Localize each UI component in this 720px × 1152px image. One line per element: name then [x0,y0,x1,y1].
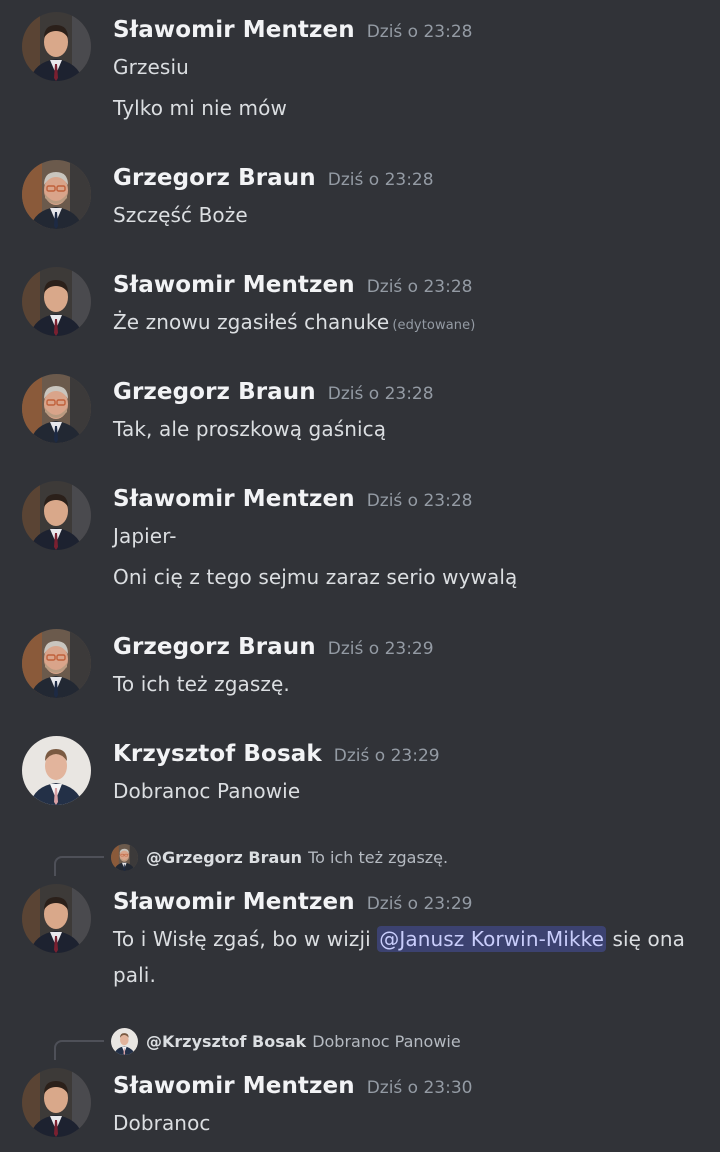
reply-connector [54,1040,104,1060]
message-text: Japier- [113,524,177,548]
author-name[interactable]: Sławomir Mentzen [113,486,355,512]
timestamp: Dziś o 23:28 [366,22,473,42]
message-header: Sławomir Mentzen Dziś o 23:29 [113,889,472,915]
message: Grzegorz Braun Dziś o 23:28 Szczęść Boże [0,148,720,248]
avatar[interactable] [22,12,91,81]
reply-text: To ich też zgaszę. [308,848,449,867]
avatar[interactable] [22,884,91,953]
message-text: Tylko mi nie mów [113,96,287,120]
author-name[interactable]: Sławomir Mentzen [113,272,355,298]
author-name[interactable]: Sławomir Mentzen [113,889,355,915]
message: Krzysztof Bosak Dziś o 23:29 Dobranoc Pan… [0,724,720,824]
reply-author[interactable]: @Krzysztof Bosak [146,1032,306,1051]
message-header: Grzegorz Braun Dziś o 23:28 [113,379,434,405]
timestamp: Dziś o 23:28 [327,384,434,404]
user-mention[interactable]: @Janusz Korwin-Mikke [377,926,606,952]
message: Grzegorz Braun Dziś o 23:28 Tak, ale pros… [0,362,720,462]
author-name[interactable]: Grzegorz Braun [113,634,316,660]
message-text: Grzesiu [113,55,189,79]
message: Sławomir Mentzen Dziś o 23:28 Japier- Oni… [0,469,720,609]
message-text: To i Wisłę zgaś, bo w wizji @Janusz Korw… [113,926,685,952]
timestamp: Dziś o 23:29 [366,894,473,914]
avatar[interactable] [22,736,91,805]
timestamp: Dziś o 23:28 [327,170,434,190]
avatar[interactable] [22,481,91,550]
message-header: Grzegorz Braun Dziś o 23:29 [113,634,434,660]
message-header: Grzegorz Braun Dziś o 23:28 [113,165,434,191]
message: Sławomir Mentzen Dziś o 23:28 Grzesiu Tyl… [0,0,720,140]
reply-text: Dobranoc Panowie [312,1032,461,1051]
message: @Grzegorz Braun To ich też zgaszę. Sławom… [0,840,720,1000]
message-header: Sławomir Mentzen Dziś o 23:28 [113,272,472,298]
message-text: Dobranoc Panowie [113,779,301,803]
author-name[interactable]: Krzysztof Bosak [113,741,322,767]
avatar[interactable] [22,160,91,229]
reply-preview[interactable]: @Krzysztof Bosak Dobranoc Panowie [146,1032,461,1051]
edited-label: (edytowane) [392,318,476,333]
message-text-after: się ona [606,927,685,951]
timestamp: Dziś o 23:29 [333,746,440,766]
message-header: Sławomir Mentzen Dziś o 23:30 [113,1073,472,1099]
reply-avatar[interactable] [111,844,138,871]
author-name[interactable]: Grzegorz Braun [113,165,316,191]
message: Sławomir Mentzen Dziś o 23:28 Że znowu zg… [0,255,720,355]
avatar[interactable] [22,374,91,443]
message: @Krzysztof Bosak Dobranoc Panowie Sławomi… [0,1024,720,1152]
message: Grzegorz Braun Dziś o 23:29 To ich też zg… [0,617,720,717]
message-text-before: To i Wisłę zgaś, bo w wizji [113,927,378,951]
message-text: pali. [113,963,156,987]
timestamp: Dziś o 23:28 [366,491,473,511]
author-name[interactable]: Sławomir Mentzen [113,1073,355,1099]
message-text: Tak, ale proszkową gaśnicą [113,417,387,441]
chat-message-list: Sławomir Mentzen Dziś o 23:28 Grzesiu Tyl… [0,0,720,1152]
reply-avatar[interactable] [111,1028,138,1055]
message-text: Że znowu zgasiłeś chanuke (edytowane) [113,310,475,334]
avatar[interactable] [22,267,91,336]
reply-connector [54,856,104,876]
timestamp: Dziś o 23:30 [366,1078,473,1098]
author-name[interactable]: Grzegorz Braun [113,379,316,405]
message-text: Oni cię z tego sejmu zaraz serio wywalą [113,565,518,589]
message-text: Dobranoc [113,1111,211,1135]
reply-author[interactable]: @Grzegorz Braun [146,848,302,867]
message-header: Krzysztof Bosak Dziś o 23:29 [113,741,440,767]
message-header: Sławomir Mentzen Dziś o 23:28 [113,17,472,43]
reply-preview[interactable]: @Grzegorz Braun To ich też zgaszę. [146,848,448,867]
message-header: Sławomir Mentzen Dziś o 23:28 [113,486,472,512]
timestamp: Dziś o 23:28 [366,277,473,297]
message-text: To ich też zgaszę. [113,672,290,696]
avatar[interactable] [22,629,91,698]
message-text: Szczęść Boże [113,203,248,227]
avatar[interactable] [22,1068,91,1137]
message-text-content: Że znowu zgasiłeś chanuke [113,310,390,334]
author-name[interactable]: Sławomir Mentzen [113,17,355,43]
timestamp: Dziś o 23:29 [327,639,434,659]
